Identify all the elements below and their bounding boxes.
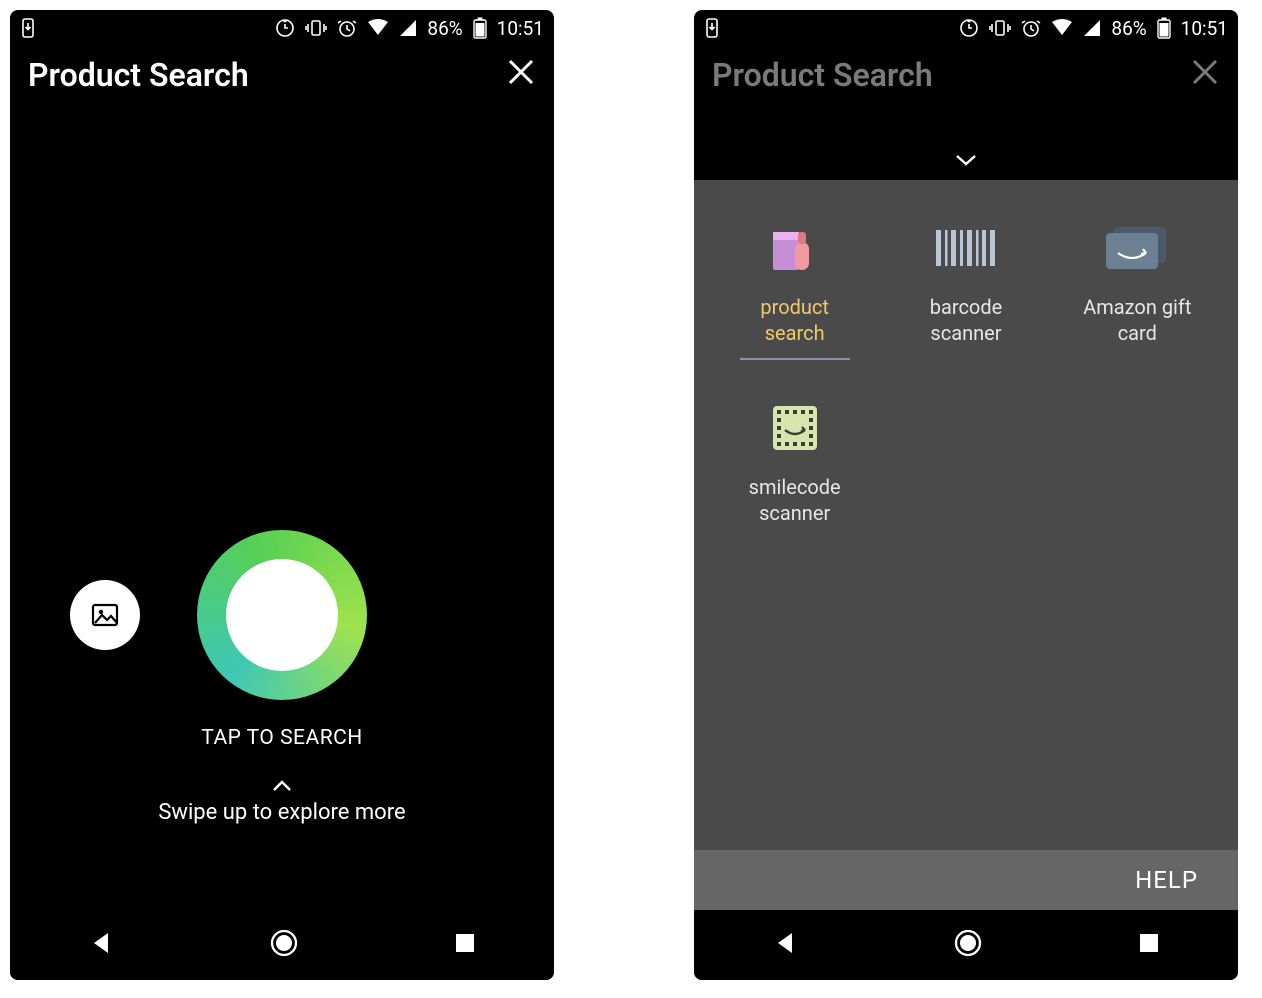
download-icon bbox=[704, 18, 720, 38]
wifi-icon bbox=[367, 19, 389, 37]
nav-home-button[interactable] bbox=[953, 928, 983, 962]
mode-label: barcode scanner bbox=[901, 294, 1031, 346]
shutter-button[interactable] bbox=[197, 530, 367, 700]
nav-back-button[interactable] bbox=[772, 930, 798, 960]
close-button[interactable] bbox=[506, 57, 536, 93]
shutter-inner bbox=[226, 559, 338, 671]
update-icon bbox=[959, 18, 979, 38]
nav-recent-button[interactable] bbox=[454, 932, 476, 958]
android-navbar bbox=[10, 910, 554, 980]
swipe-label: Swipe up to explore more bbox=[10, 800, 554, 825]
mode-gift-card[interactable]: Amazon gift card bbox=[1057, 216, 1218, 360]
panel-collapse-handle[interactable] bbox=[694, 100, 1238, 180]
product-search-icon bbox=[767, 220, 823, 276]
mode-product-search[interactable]: product search bbox=[714, 216, 875, 360]
help-label: HELP bbox=[1135, 866, 1198, 894]
battery-percent: 86% bbox=[427, 17, 462, 40]
status-bar: 86% 10:51 bbox=[10, 10, 554, 46]
status-left-cluster bbox=[20, 18, 36, 38]
nav-recent-icon bbox=[1138, 932, 1160, 954]
nav-recent-button[interactable] bbox=[1138, 932, 1160, 958]
title-row: Product Search bbox=[694, 46, 1238, 100]
nav-home-button[interactable] bbox=[269, 928, 299, 962]
signal-icon bbox=[1083, 19, 1101, 37]
android-navbar bbox=[694, 910, 1238, 980]
close-icon bbox=[506, 57, 536, 87]
battery-percent: 86% bbox=[1111, 17, 1146, 40]
clock-time: 10:51 bbox=[1181, 17, 1228, 40]
battery-icon bbox=[473, 17, 487, 39]
chevron-up-icon bbox=[10, 776, 554, 798]
page-title: Product Search bbox=[28, 56, 249, 94]
scan-mode-panel: product search ba bbox=[694, 180, 1238, 910]
close-button[interactable] bbox=[1190, 57, 1220, 93]
status-bar: 86% 10:51 bbox=[694, 10, 1238, 46]
help-bar[interactable]: HELP bbox=[694, 850, 1238, 910]
nav-back-button[interactable] bbox=[88, 930, 114, 960]
vibrate-icon bbox=[305, 18, 327, 38]
mode-barcode-scanner[interactable]: barcode scanner bbox=[885, 216, 1046, 360]
battery-icon bbox=[1157, 17, 1171, 39]
status-right-cluster: 86% 10:51 bbox=[959, 17, 1228, 40]
page-title: Product Search bbox=[712, 56, 933, 94]
gallery-icon bbox=[89, 599, 121, 631]
clock-time: 10:51 bbox=[497, 17, 544, 40]
title-row: Product Search bbox=[10, 46, 554, 100]
swipe-up-area[interactable]: Swipe up to explore more bbox=[10, 776, 554, 825]
gift-card-icon bbox=[1102, 223, 1172, 273]
barcode-icon bbox=[934, 226, 998, 270]
chevron-down-icon bbox=[953, 152, 979, 168]
mode-label: smilecode scanner bbox=[730, 474, 860, 526]
status-left-cluster bbox=[704, 18, 720, 38]
alarm-icon bbox=[337, 18, 357, 38]
scan-mode-grid: product search ba bbox=[714, 216, 1218, 526]
mode-smilecode-scanner[interactable]: smilecode scanner bbox=[714, 396, 875, 526]
mode-label: Amazon gift card bbox=[1072, 294, 1202, 346]
nav-recent-icon bbox=[454, 932, 476, 954]
camera-viewport: TAP TO SEARCH Swipe up to explore more bbox=[10, 100, 554, 910]
close-icon bbox=[1190, 57, 1220, 87]
status-right-cluster: 86% 10:51 bbox=[275, 17, 544, 40]
download-icon bbox=[20, 18, 36, 38]
tap-to-search-label: TAP TO SEARCH bbox=[10, 726, 554, 750]
vibrate-icon bbox=[989, 18, 1011, 38]
signal-icon bbox=[399, 19, 417, 37]
wifi-icon bbox=[1051, 19, 1073, 37]
nav-home-icon bbox=[269, 928, 299, 958]
mode-label: product search bbox=[730, 294, 860, 346]
active-underline bbox=[740, 358, 850, 360]
nav-home-icon bbox=[953, 928, 983, 958]
update-icon bbox=[275, 18, 295, 38]
nav-back-icon bbox=[772, 930, 798, 956]
phone-left: 86% 10:51 Product Search TAP TO SEARCH bbox=[10, 10, 554, 980]
gallery-button[interactable] bbox=[70, 580, 140, 650]
phone-right: 86% 10:51 Product Search bbox=[694, 10, 1238, 980]
alarm-icon bbox=[1021, 18, 1041, 38]
nav-back-icon bbox=[88, 930, 114, 956]
smilecode-icon bbox=[767, 400, 823, 456]
